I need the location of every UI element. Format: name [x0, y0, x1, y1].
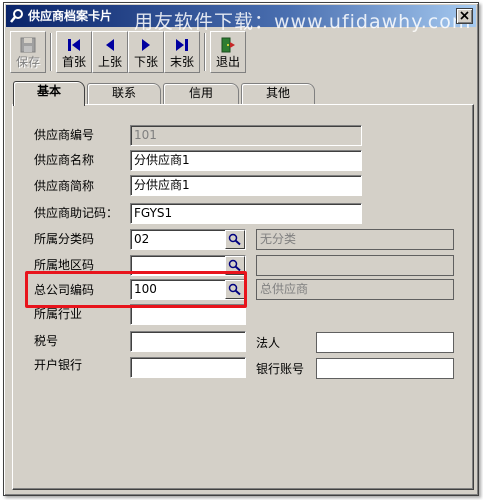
- prev-button[interactable]: 上张: [92, 31, 128, 73]
- close-icon: [460, 11, 469, 20]
- vendor-short-name-field[interactable]: 分供应商1: [130, 175, 362, 196]
- bank-label: 开户银行: [34, 358, 83, 372]
- floppy-disk-icon: [20, 37, 36, 53]
- window-title: 供应商档案卡片: [28, 9, 113, 23]
- vendor-code-field[interactable]: 101: [130, 125, 362, 146]
- tab-contact[interactable]: 联系: [87, 83, 161, 104]
- hq-desc-field: 总供应商: [256, 279, 454, 300]
- vendor-short-name-label: 供应商简称: [34, 179, 95, 193]
- tab-other[interactable]: 其他: [241, 83, 315, 104]
- toolbar-separator: [50, 33, 52, 71]
- close-button[interactable]: [456, 8, 473, 24]
- vendor-name-label: 供应商名称: [34, 153, 95, 167]
- category-lookup-button[interactable]: [225, 230, 245, 249]
- vendor-mnemonic-label: 供应商助记码：: [34, 206, 119, 220]
- save-label: 保存: [15, 55, 40, 69]
- tab-credit[interactable]: 信用: [163, 83, 239, 104]
- category-desc-field: 无分类: [256, 229, 454, 250]
- vendor-name-field[interactable]: 分供应商1: [130, 150, 362, 171]
- first-record-icon: [68, 39, 80, 51]
- bank-account-label: 银行账号: [256, 362, 305, 376]
- vendor-code-label: 供应商编号: [34, 128, 95, 142]
- magnifier-icon: [10, 9, 23, 23]
- title-bar[interactable]: 供应商档案卡片 用友软件下载：www.ufidawhy.com: [6, 5, 476, 33]
- save-button[interactable]: 保存: [10, 31, 46, 73]
- next-record-icon: [142, 39, 150, 51]
- prev-record-icon: [106, 39, 114, 51]
- last-label: 末张: [169, 55, 194, 69]
- category-code-label: 所属分类码: [34, 232, 95, 246]
- toolbar-separator: [204, 33, 206, 71]
- tax-number-label: 税号: [34, 334, 59, 348]
- toolbar: 保存 首张 上张 下张 末张 退出: [8, 31, 476, 75]
- industry-label: 所属行业: [34, 307, 83, 321]
- first-label: 首张: [61, 55, 86, 69]
- tax-number-field[interactable]: [130, 331, 246, 352]
- next-button[interactable]: 下张: [128, 31, 164, 73]
- prev-label: 上张: [97, 55, 122, 69]
- highlight-box: [25, 271, 247, 308]
- bank-account-field[interactable]: [316, 358, 454, 379]
- tab-basic[interactable]: 基本: [13, 81, 85, 106]
- region-desc-field: [256, 255, 454, 276]
- watermark-text: 用友软件下载：www.ufidawhy.com: [134, 11, 472, 33]
- legal-person-field[interactable]: [316, 332, 454, 353]
- last-button[interactable]: 末张: [164, 31, 200, 73]
- vendor-mnemonic-field[interactable]: FGYS1: [130, 203, 362, 224]
- next-label: 下张: [133, 55, 158, 69]
- exit-label: 退出: [215, 55, 240, 69]
- search-icon: [228, 233, 241, 246]
- exit-button[interactable]: 退出: [210, 31, 246, 73]
- last-record-icon: [176, 39, 188, 51]
- first-button[interactable]: 首张: [56, 31, 92, 73]
- vendor-card-window: 供应商档案卡片 用友软件下载：www.ufidawhy.com 保存 首张 上张…: [3, 2, 479, 496]
- legal-person-label: 法人: [256, 336, 281, 350]
- bank-field[interactable]: [130, 357, 246, 378]
- exit-door-icon: [221, 37, 235, 53]
